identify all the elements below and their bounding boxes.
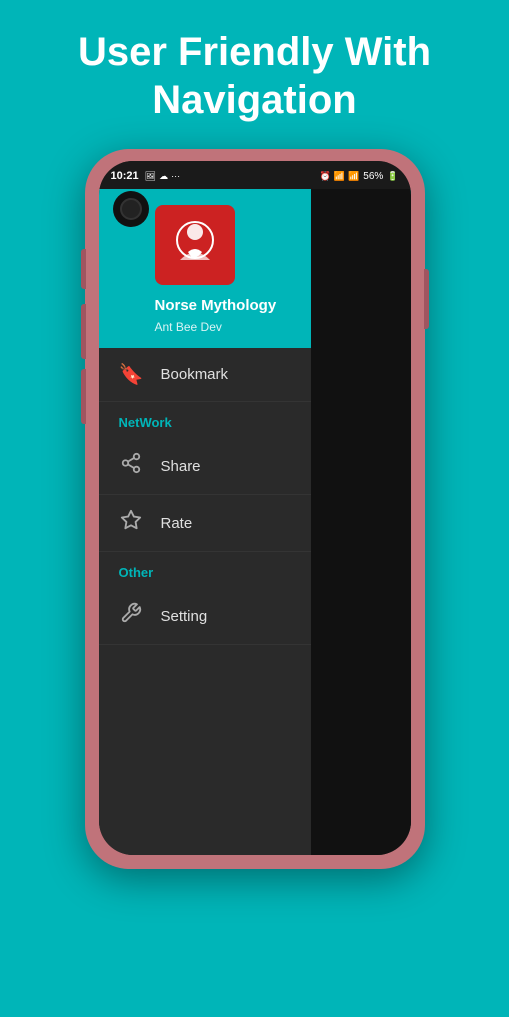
status-icons-left: 🖼 ☁ ··· [145, 171, 180, 182]
alarm-icon: ⏰ [320, 171, 331, 182]
phone-screen: 10:21 🖼 ☁ ··· ⏰ 📶 📶 56% 🔋 [99, 161, 411, 855]
network-section-title: NetWork [119, 415, 172, 430]
share-icon [119, 452, 143, 480]
cloud-icon: ☁ [159, 171, 168, 182]
page-title: User Friendly With Navigation [48, 0, 461, 144]
bookmark-label: Bookmark [161, 366, 229, 383]
bookmark-icon: 🔖 [119, 362, 143, 387]
signal2-icon: 📶 [348, 171, 359, 182]
camera-lens [120, 198, 142, 220]
status-bar: 10:21 🖼 ☁ ··· ⏰ 📶 📶 56% 🔋 [99, 161, 411, 189]
setting-label: Setting [161, 608, 208, 625]
status-bar-left: 10:21 🖼 ☁ ··· [111, 170, 181, 182]
silent-button [81, 369, 86, 424]
rate-label: Rate [161, 515, 193, 532]
right-panel [311, 189, 411, 855]
signal-icon: 📶 [334, 171, 345, 182]
power-button [424, 269, 429, 329]
status-icons-right: ⏰ 📶 📶 [320, 171, 360, 182]
phone-mockup: 10:21 🖼 ☁ ··· ⏰ 📶 📶 56% 🔋 [85, 149, 425, 869]
battery-icon: 🔋 [387, 171, 398, 182]
share-label: Share [161, 458, 201, 475]
volume-up-button [81, 249, 86, 289]
photo-icon: 🖼 [145, 171, 156, 182]
star-icon [119, 509, 143, 537]
status-bar-right: ⏰ 📶 📶 56% 🔋 [320, 171, 399, 182]
settings-icon [119, 602, 143, 630]
camera-notch [113, 191, 149, 227]
status-time: 10:21 [111, 170, 139, 182]
more-icon: ··· [171, 171, 180, 181]
battery-level: 56% [363, 171, 383, 182]
volume-down-button [81, 304, 86, 359]
app-logo [155, 205, 235, 285]
other-section-title: Other [119, 565, 154, 580]
